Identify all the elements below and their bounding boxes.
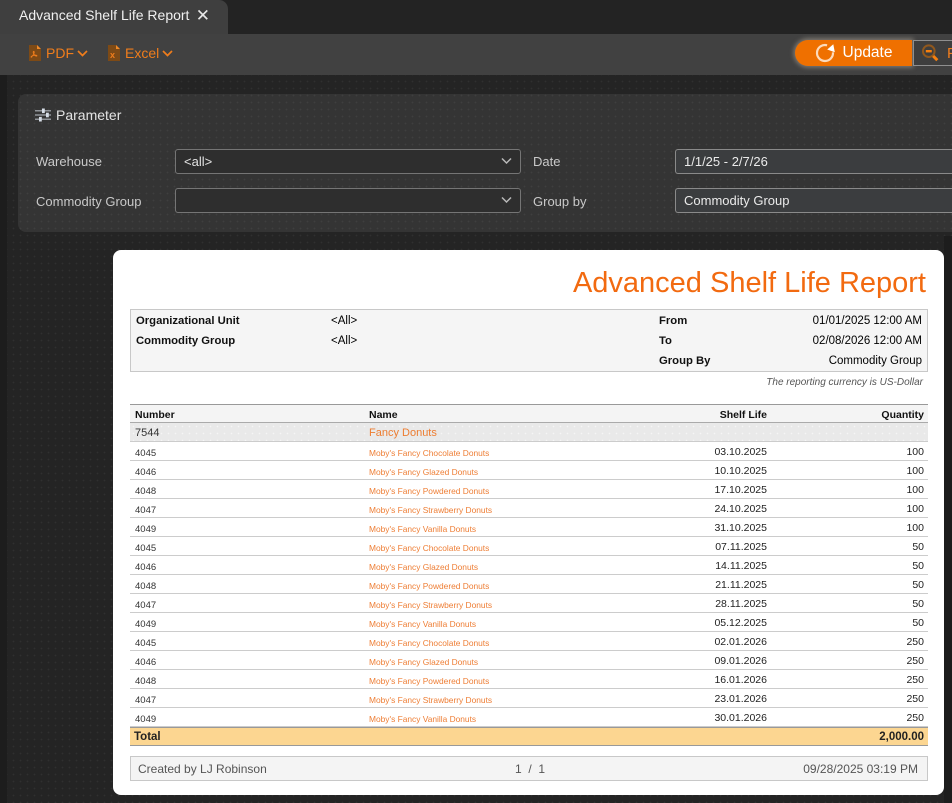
svg-text:x: x: [110, 50, 115, 60]
